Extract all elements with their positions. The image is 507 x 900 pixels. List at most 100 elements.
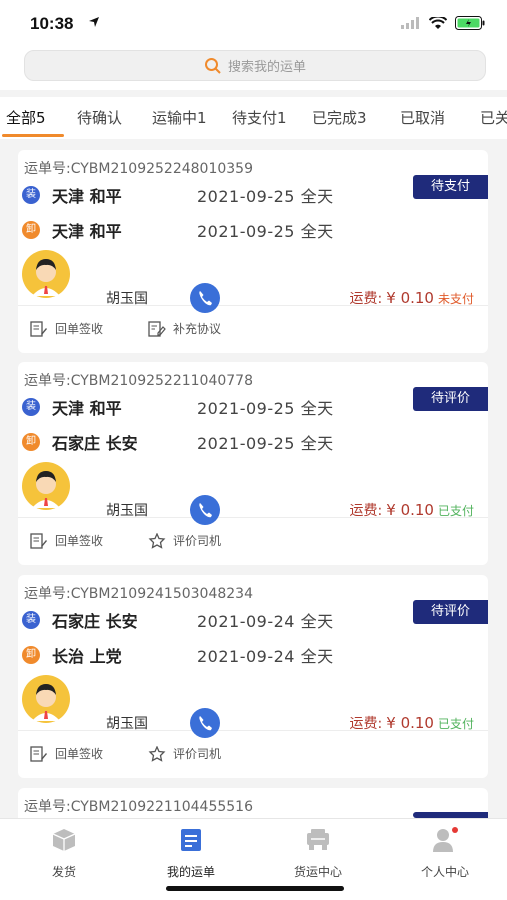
unload-row: 卸 石家庄 长安 2021-09-25 全天 <box>22 431 334 453</box>
battery-icon <box>455 16 485 30</box>
freight-fee: 运费: ¥ 0.10 未支付 <box>350 288 474 308</box>
unload-city: 石家庄 长安 <box>52 434 138 453</box>
waybill-icon <box>181 829 201 851</box>
nav-profile-label: 个人中心 <box>420 865 469 879</box>
nav-profile[interactable]: 个人中心 <box>385 827 505 880</box>
order-card-body: 运单号:CYBM2109241503048234 待评价 装 石家庄 长安 20… <box>18 575 488 738</box>
unload-badge: 卸 <box>22 221 40 239</box>
load-badge: 装 <box>22 186 40 204</box>
receipt-sign-button[interactable]: 回单签收 <box>30 320 103 337</box>
search-icon <box>204 57 221 74</box>
freight-fee: 运费: ¥ 0.10 已支付 <box>350 713 474 733</box>
rate-driver-label: 评价司机 <box>173 747 222 761</box>
box-icon <box>52 829 76 851</box>
home-indicator <box>166 886 344 891</box>
load-city: 天津 和平 <box>52 399 122 418</box>
tab-in-transit[interactable]: 运输中1 <box>152 107 207 128</box>
nav-ship-label: 发货 <box>51 865 76 879</box>
nav-ship[interactable]: 发货 <box>4 827 124 880</box>
order-number: 运单号:CYBM2109221104455516 <box>24 799 253 815</box>
status-time: 10:38 <box>30 14 74 33</box>
status-bar: 10:38 <box>0 0 507 48</box>
driver-avatar <box>22 675 70 723</box>
receipt-sign-button[interactable]: 回单签收 <box>30 745 103 762</box>
unload-city: 长治 上党 <box>52 647 122 666</box>
fee-label: 运费: <box>349 716 383 732</box>
supplement-agreement-label: 补充协议 <box>173 322 222 336</box>
unload-city: 天津 和平 <box>52 222 122 241</box>
receipt-icon <box>30 532 47 549</box>
receipt-icon <box>30 745 47 762</box>
status-tabs: 全部5 待确认 运输中1 待支付1 已完成3 已取消 已关 <box>0 97 507 139</box>
payment-status: 已支付 <box>437 717 474 731</box>
load-city: 石家庄 长安 <box>52 612 138 631</box>
driver-name: 胡玉国 <box>106 716 148 732</box>
tab-cancelled[interactable]: 已取消 <box>400 107 445 128</box>
driver-name: 胡玉国 <box>106 291 148 307</box>
load-badge: 装 <box>22 398 40 416</box>
nav-freight-center-label: 货运中心 <box>293 865 342 879</box>
order-card[interactable]: 运单号:CYBM210925224801035​9 待支付 装 天津 和平 20… <box>18 150 488 353</box>
receipt-icon <box>30 320 47 337</box>
receipt-sign-label: 回单签收 <box>55 534 104 548</box>
order-card[interactable]: 运单号:CYBM2109241503048234 待评价 装 石家庄 长安 20… <box>18 575 488 778</box>
order-actions: 回单签收 评价司机 <box>18 518 488 564</box>
order-card[interactable]: 运单号:CYBM2109252211040778 待评价 装 天津 和平 202… <box>18 362 488 565</box>
supplement-agreement-button[interactable]: 补充协议 <box>148 320 221 337</box>
unload-badge: 卸 <box>22 646 40 664</box>
receipt-sign-label: 回单签收 <box>55 322 104 336</box>
load-badge: 装 <box>22 611 40 629</box>
driver-name: 胡玉国 <box>106 503 148 519</box>
tab-closed[interactable]: 已关 <box>480 107 507 128</box>
tab-pending-confirm[interactable]: 待确认 <box>77 107 122 128</box>
user-icon <box>433 827 458 852</box>
payment-status: 已支付 <box>437 504 474 518</box>
nav-my-waybills[interactable]: 我的运单 <box>131 827 251 880</box>
freight-fee: 运费: ¥ 0.10 已支付 <box>350 500 474 520</box>
load-date: 2021-09-24 全天 <box>197 612 334 631</box>
order-number: 运单号:CYBM2109252211040778 <box>24 373 253 389</box>
unload-date: 2021-09-25 全天 <box>197 222 334 241</box>
nav-my-waybills-label: 我的运单 <box>166 865 215 879</box>
driver-avatar <box>22 462 70 510</box>
load-date: 2021-09-25 全天 <box>197 187 334 206</box>
load-row: 装 天津 和平 2021-09-25 全天 <box>22 396 334 418</box>
order-card-body: 运单号:CYBM2109252211040778 待评价 装 天津 和平 202… <box>18 362 488 525</box>
status-badge: 待评价 <box>413 387 488 411</box>
status-badge: 待评价 <box>413 600 488 624</box>
truck-icon <box>307 829 329 850</box>
fee-label: 运费: <box>349 291 383 307</box>
location-arrow-icon <box>89 17 99 27</box>
fee-value: ¥ 0.10 <box>386 289 434 307</box>
unload-date: 2021-09-24 全天 <box>197 647 334 666</box>
tab-completed[interactable]: 已完成3 <box>312 107 367 128</box>
order-number: 运单号:CYBM2109241503048234 <box>24 586 253 602</box>
load-row: 装 石家庄 长安 2021-09-24 全天 <box>22 609 334 631</box>
rate-icon <box>148 745 166 762</box>
receipt-sign-button[interactable]: 回单签收 <box>30 532 103 549</box>
rate-driver-button[interactable]: 评价司机 <box>148 745 221 762</box>
payment-status: 未支付 <box>437 292 474 306</box>
nav-freight-center[interactable]: 货运中心 <box>258 827 378 880</box>
agreement-icon <box>148 320 166 337</box>
order-actions: 回单签收 评价司机 <box>18 731 488 777</box>
signal-icon <box>401 17 419 29</box>
active-tab-indicator <box>2 134 64 137</box>
tab-pending-payment[interactable]: 待支付1 <box>232 107 287 128</box>
fee-value: ¥ 0.10 <box>386 714 434 732</box>
status-badge: 待支付 <box>413 175 488 199</box>
rate-driver-button[interactable]: 评价司机 <box>148 532 221 549</box>
fee-label: 运费: <box>349 503 383 519</box>
unload-row: 卸 天津 和平 2021-09-25 全天 <box>22 219 334 241</box>
status-indicators <box>401 16 485 30</box>
load-row: 装 天津 和平 2021-09-25 全天 <box>22 184 334 206</box>
unload-date: 2021-09-25 全天 <box>197 434 334 453</box>
rate-driver-label: 评价司机 <box>173 534 222 548</box>
rate-icon <box>148 532 166 549</box>
tab-all[interactable]: 全部5 <box>6 107 46 128</box>
search-input[interactable]: 搜索我的运单 <box>24 50 486 81</box>
unload-row: 卸 长治 上党 2021-09-24 全天 <box>22 644 334 666</box>
order-number: 运单号:CYBM210925224801035​9 <box>24 161 253 177</box>
load-date: 2021-09-25 全天 <box>197 399 334 418</box>
load-city: 天津 和平 <box>52 187 122 206</box>
